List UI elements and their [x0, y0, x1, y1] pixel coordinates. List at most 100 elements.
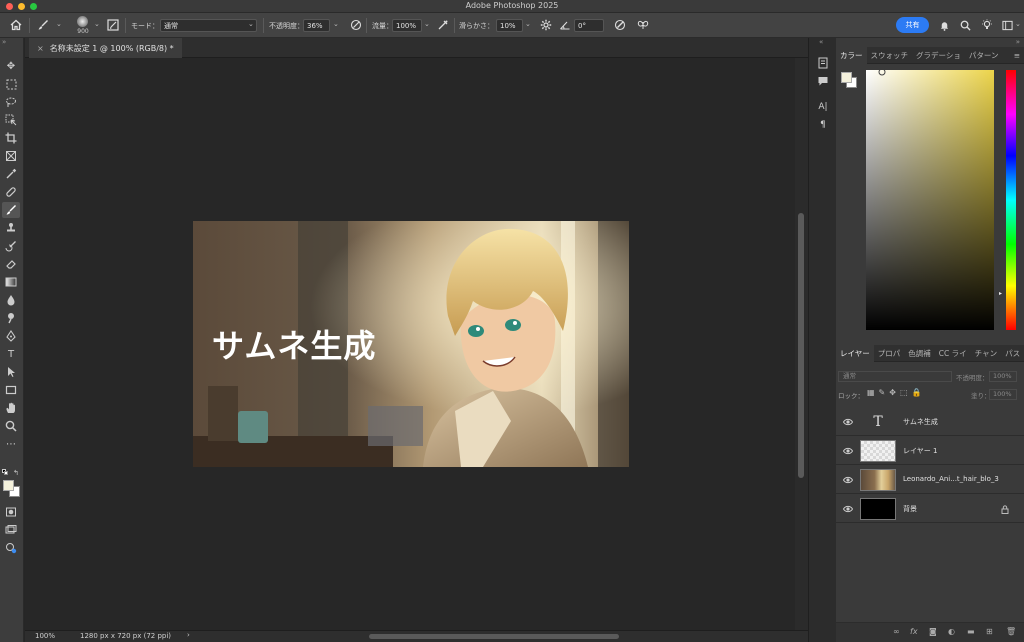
eraser-tool-icon[interactable] [2, 256, 20, 272]
lasso-tool-icon[interactable] [2, 94, 20, 110]
strip-collapse-icon[interactable]: « [819, 38, 823, 46]
layer-name[interactable]: 背景 [903, 504, 917, 514]
adjustment-layer-icon[interactable]: ◐ [948, 627, 955, 636]
quick-mask-icon[interactable] [2, 504, 20, 520]
brush-tool-icon[interactable] [36, 18, 50, 32]
tab-patterns[interactable]: パターン [965, 47, 1003, 64]
home-icon[interactable] [9, 18, 23, 32]
opacity-input[interactable]: 36% [303, 19, 330, 32]
chevron-down-icon[interactable]: ⌄ [94, 20, 100, 28]
layer-row[interactable]: Leonardo_Ani...t_hair_blo_3 [836, 466, 1024, 494]
lock-icons[interactable]: ▦✎✥⬚🔒 [867, 388, 925, 397]
link-layers-icon[interactable]: ∞ [893, 627, 900, 636]
flow-input[interactable]: 100% [392, 19, 422, 32]
airbrush-icon[interactable] [436, 18, 450, 32]
horizontal-scroll-thumb[interactable] [369, 634, 619, 639]
clone-stamp-tool-icon[interactable] [2, 220, 20, 236]
search-icon[interactable] [958, 18, 972, 32]
layer-row[interactable]: 背景 [836, 495, 1024, 523]
hue-slider-marker[interactable]: ▸ [999, 290, 1002, 297]
delete-layer-icon[interactable]: 🗑 [1006, 627, 1016, 636]
toolbar-collapse-icon[interactable]: » [2, 38, 6, 46]
smoothing-input[interactable]: 10% [496, 19, 523, 32]
dodge-tool-icon[interactable] [2, 310, 20, 326]
hand-tool-icon[interactable] [2, 400, 20, 416]
layer-opacity-input[interactable]: 100% [989, 371, 1017, 382]
color-saturation-field[interactable] [866, 70, 994, 330]
zoom-level[interactable]: 100% [35, 632, 55, 640]
path-selection-tool-icon[interactable] [2, 364, 20, 380]
brush-tool-icon[interactable] [2, 202, 20, 218]
symmetry-butterfly-icon[interactable] [636, 18, 650, 32]
smoothing-settings-gear-icon[interactable] [539, 18, 553, 32]
tab-properties[interactable]: プロパ [874, 345, 905, 362]
workspace-icon[interactable] [1000, 18, 1014, 32]
swap-colors-icon[interactable]: ↰ [13, 469, 19, 477]
dock-collapse-icon[interactable]: » [1016, 38, 1020, 46]
marquee-tool-icon[interactable] [2, 76, 20, 92]
move-tool-icon[interactable]: ✥ [2, 58, 20, 74]
character-panel-icon[interactable]: A| [816, 100, 830, 114]
paragraph-panel-icon[interactable]: ¶ [816, 118, 830, 132]
tab-channels[interactable]: チャン [971, 345, 1001, 362]
visibility-eye-icon[interactable] [843, 417, 853, 427]
hue-slider[interactable] [1006, 70, 1016, 330]
layer-style-fx-icon[interactable]: fx [910, 627, 918, 636]
pen-tool-icon[interactable] [2, 328, 20, 344]
object-selection-tool-icon[interactable] [2, 112, 20, 128]
more-tools-icon[interactable]: ⋯ [2, 436, 20, 452]
visibility-eye-icon[interactable] [843, 446, 853, 456]
visibility-eye-icon[interactable] [843, 475, 853, 485]
fill-input[interactable]: 100% [989, 389, 1017, 400]
layer-row[interactable]: レイヤー 1 [836, 437, 1024, 465]
chevron-down-icon[interactable]: ⌄ [424, 20, 430, 28]
lightbulb-icon[interactable] [980, 18, 994, 32]
visibility-eye-icon[interactable] [843, 504, 853, 514]
angle-input[interactable]: 0° [574, 19, 604, 32]
tab-cc-libraries[interactable]: CC ライ [935, 345, 971, 362]
pressure-size-icon[interactable] [613, 18, 627, 32]
tab-swatches[interactable]: スウォッチ [867, 47, 913, 64]
panel-fg-swatch[interactable] [841, 72, 852, 83]
tab-gradients[interactable]: グラデーショ [912, 47, 965, 64]
type-tool-icon[interactable]: T [2, 346, 20, 362]
close-tab-icon[interactable]: × [37, 44, 44, 53]
brush-preset-picker[interactable]: 900 [74, 15, 92, 36]
status-menu-arrow[interactable]: › [187, 631, 190, 639]
chevron-down-icon[interactable]: ⌄ [333, 20, 339, 28]
edit-toolbar-icon[interactable] [2, 540, 20, 556]
panel-menu-icon[interactable]: ≡ [1010, 47, 1024, 64]
chevron-down-icon[interactable]: ⌄ [56, 20, 62, 28]
comments-panel-icon[interactable] [816, 74, 830, 88]
vertical-scroll-thumb[interactable] [798, 213, 804, 478]
rectangle-tool-icon[interactable] [2, 382, 20, 398]
bell-icon[interactable] [937, 18, 951, 32]
share-button[interactable]: 共有 [896, 17, 929, 33]
layer-name[interactable]: レイヤー 1 [903, 446, 937, 456]
tab-layers[interactable]: レイヤー [836, 345, 874, 362]
new-layer-icon[interactable]: ⊞ [986, 627, 993, 636]
screen-mode-icon[interactable] [2, 522, 20, 538]
history-brush-tool-icon[interactable] [2, 238, 20, 254]
mode-select[interactable]: 通常 [160, 19, 257, 32]
add-mask-icon[interactable]: ◙ [929, 627, 937, 636]
blur-tool-icon[interactable] [2, 292, 20, 308]
tab-color[interactable]: カラー [836, 47, 867, 64]
blend-mode-select[interactable]: 通常 [838, 371, 952, 382]
tab-adjustments[interactable]: 色調補 [904, 345, 935, 362]
tab-paths[interactable]: パス [1001, 345, 1024, 362]
healing-brush-tool-icon[interactable] [2, 184, 20, 200]
crop-tool-icon[interactable] [2, 130, 20, 146]
frame-tool-icon[interactable] [2, 148, 20, 164]
zoom-tool-icon[interactable] [2, 418, 20, 434]
new-group-icon[interactable]: ▬ [967, 627, 975, 636]
chevron-down-icon[interactable]: ⌄ [525, 20, 531, 28]
pressure-opacity-icon[interactable] [349, 18, 363, 32]
document-tab[interactable]: × 名称未設定 1 @ 100% (RGB/8) * [29, 38, 182, 58]
layer-row[interactable]: T サムネ生成 [836, 408, 1024, 436]
vertical-scrollbar[interactable] [795, 58, 808, 630]
eyedropper-tool-icon[interactable] [2, 166, 20, 182]
history-panel-icon[interactable] [816, 56, 830, 70]
chevron-down-icon[interactable]: ⌄ [1015, 20, 1021, 28]
default-colors-icon[interactable] [2, 469, 8, 475]
